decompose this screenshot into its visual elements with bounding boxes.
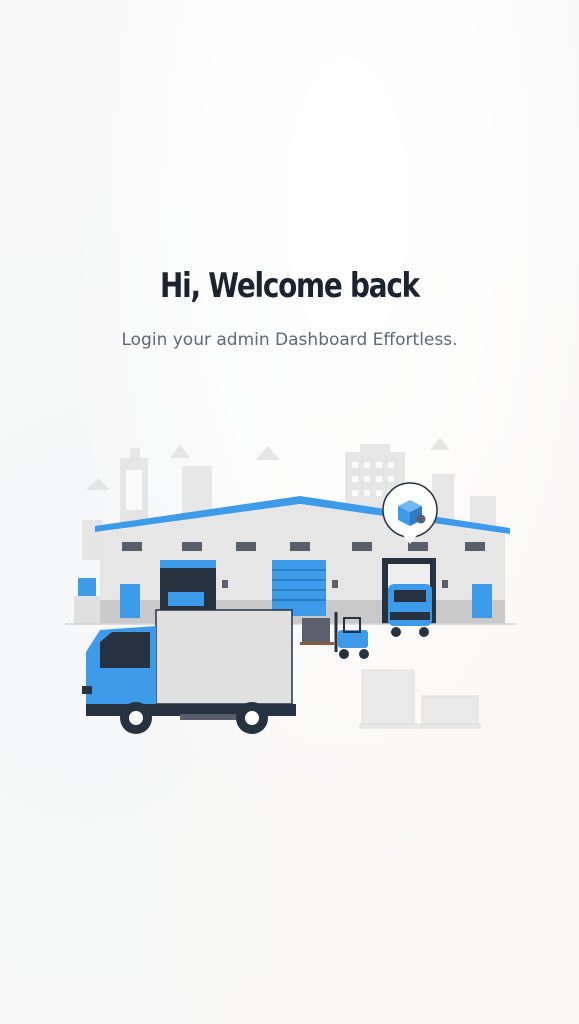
delivery-van bbox=[388, 584, 432, 637]
warehouse-illustration bbox=[65, 438, 515, 734]
page-title: Hi, Welcome back bbox=[160, 266, 420, 306]
pallet-boxes bbox=[359, 669, 481, 729]
page-subtitle: Login your admin Dashboard Effortless. bbox=[121, 330, 458, 350]
delivery-truck bbox=[82, 609, 296, 734]
welcome-screen: Hi, Welcome back Login your admin Dashbo… bbox=[0, 0, 579, 1024]
